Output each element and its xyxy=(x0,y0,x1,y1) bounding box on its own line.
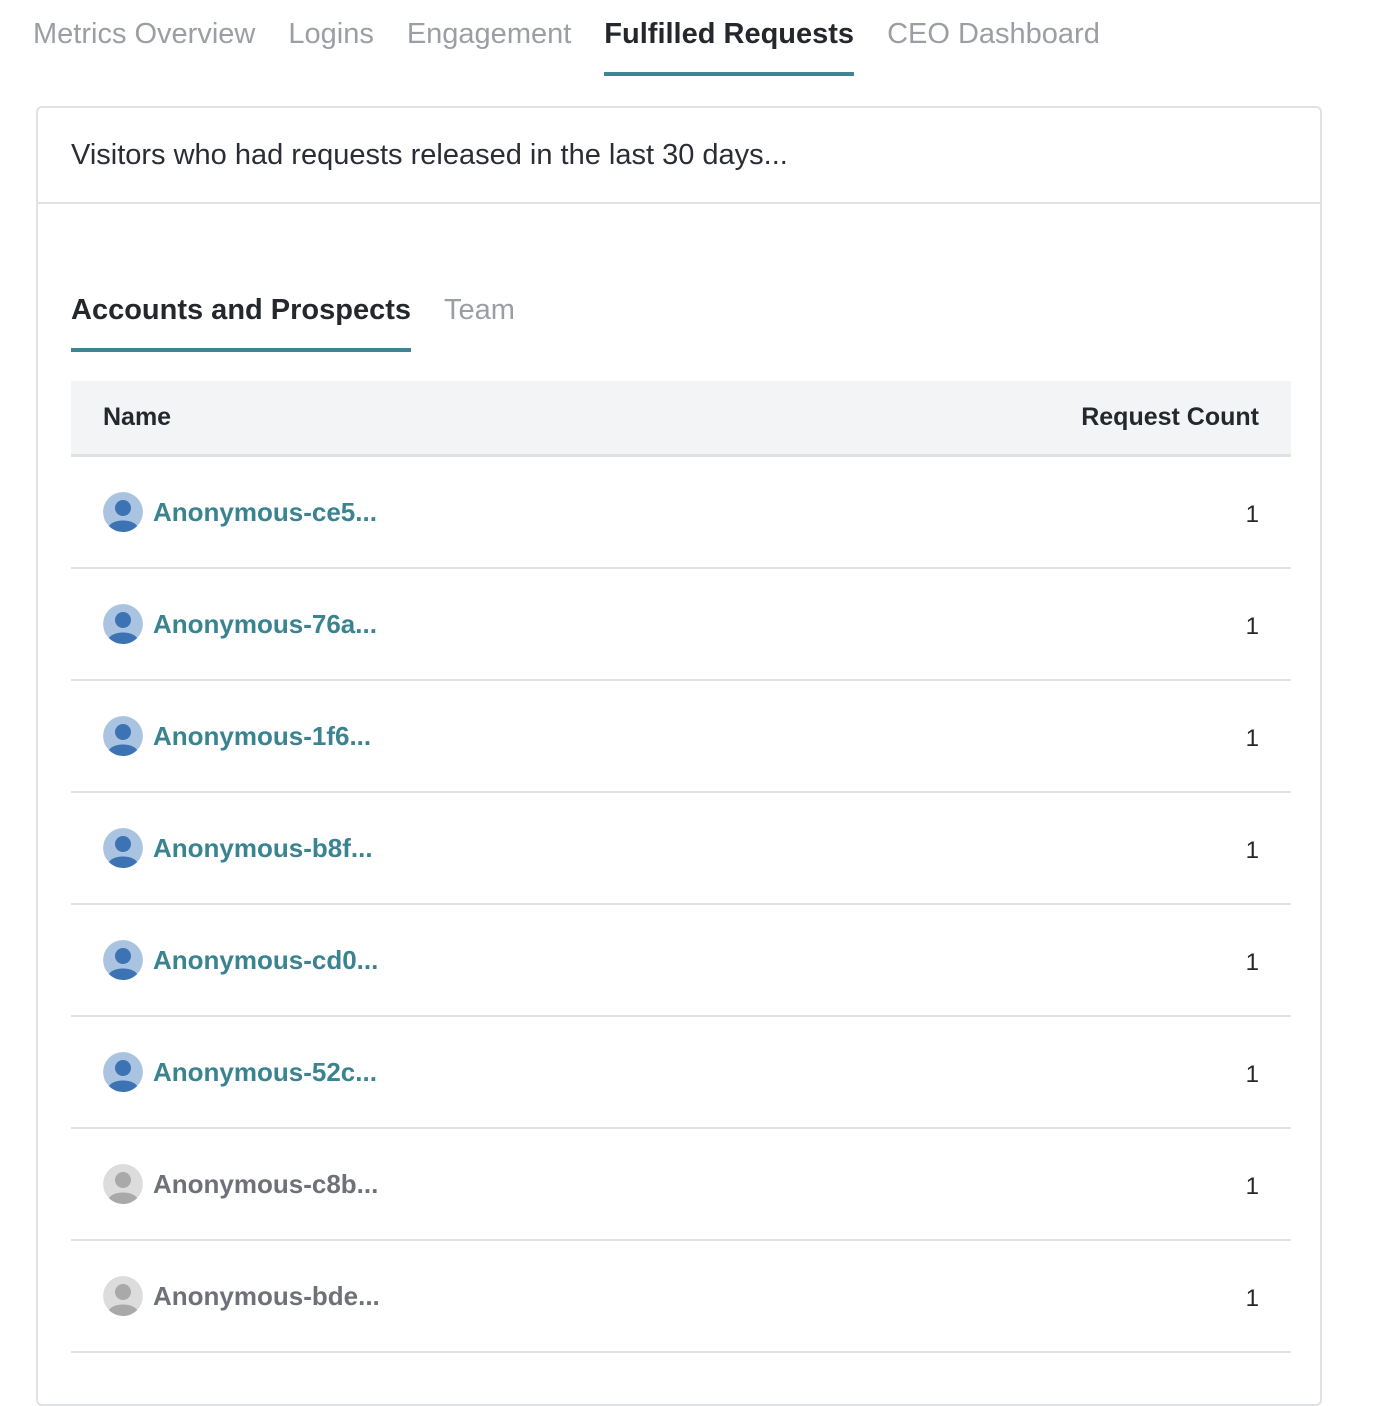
name-cell: Anonymous-c8b... xyxy=(103,1164,378,1204)
request-count: 1 xyxy=(1245,501,1259,528)
request-count: 1 xyxy=(1245,1061,1259,1088)
request-count: 1 xyxy=(1245,613,1259,640)
table-row: Anonymous-ce5... 1 xyxy=(71,457,1291,569)
card-header: Visitors who had requests released in th… xyxy=(38,108,1320,204)
name-cell: Anonymous-bde... xyxy=(103,1276,380,1316)
visitor-name-link[interactable]: Anonymous-52c... xyxy=(153,1057,377,1088)
user-avatar-icon xyxy=(103,1052,143,1092)
fulfilled-requests-card: Visitors who had requests released in th… xyxy=(36,106,1322,1406)
request-count: 1 xyxy=(1245,725,1259,752)
request-count: 1 xyxy=(1245,837,1259,864)
request-count: 1 xyxy=(1245,1173,1259,1200)
top-tab-bar: Metrics Overview Logins Engagement Fulfi… xyxy=(33,0,1133,76)
visitor-name-link[interactable]: Anonymous-76a... xyxy=(153,609,377,640)
table-row: Anonymous-cd0... 1 xyxy=(71,905,1291,1017)
user-avatar-icon xyxy=(103,492,143,532)
table-row: Anonymous-b8f... 1 xyxy=(71,793,1291,905)
table-row: Anonymous-76a... 1 xyxy=(71,569,1291,681)
table-row: Anonymous-bde... 1 xyxy=(71,1241,1291,1353)
visitor-name-link[interactable]: Anonymous-b8f... xyxy=(153,833,373,864)
tab-fulfilled-requests[interactable]: Fulfilled Requests xyxy=(604,0,855,76)
request-count: 1 xyxy=(1245,949,1259,976)
column-header-name[interactable]: Name xyxy=(103,403,171,432)
table-row: Anonymous-c8b... 1 xyxy=(71,1129,1291,1241)
name-cell: Anonymous-52c... xyxy=(103,1052,377,1092)
tab-metrics-overview[interactable]: Metrics Overview xyxy=(33,0,255,74)
user-avatar-icon xyxy=(103,828,143,868)
tab-logins[interactable]: Logins xyxy=(288,0,373,74)
name-cell: Anonymous-b8f... xyxy=(103,828,373,868)
visitor-name-link[interactable]: Anonymous-bde... xyxy=(153,1281,380,1312)
table-row: Anonymous-52c... 1 xyxy=(71,1017,1291,1129)
tab-engagement[interactable]: Engagement xyxy=(407,0,571,74)
user-avatar-icon xyxy=(103,1276,143,1316)
name-cell: Anonymous-76a... xyxy=(103,604,377,644)
card-title: Visitors who had requests released in th… xyxy=(71,138,788,171)
tab-accounts-and-prospects[interactable]: Accounts and Prospects xyxy=(71,284,412,352)
tab-team[interactable]: Team xyxy=(444,284,515,352)
table-header: Name Request Count xyxy=(71,381,1291,457)
visitor-name-link[interactable]: Anonymous-ce5... xyxy=(153,497,377,528)
name-cell: Anonymous-ce5... xyxy=(103,492,377,532)
visitor-name-link[interactable]: Anonymous-cd0... xyxy=(153,945,378,976)
user-avatar-icon xyxy=(103,940,143,980)
sub-tab-bar: Accounts and Prospects Team xyxy=(71,284,548,352)
user-avatar-icon xyxy=(103,1164,143,1204)
user-avatar-icon xyxy=(103,604,143,644)
name-cell: Anonymous-1f6... xyxy=(103,716,371,756)
table-body: Anonymous-ce5... 1 Anonymous-76a... 1 Anonym… xyxy=(71,457,1291,1353)
name-cell: Anonymous-cd0... xyxy=(103,940,378,980)
visitor-name-link[interactable]: Anonymous-1f6... xyxy=(153,721,371,752)
table-row: Anonymous-1f6... 1 xyxy=(71,681,1291,793)
column-header-request-count[interactable]: Request Count xyxy=(1081,403,1259,432)
requests-table: Name Request Count Anonymous-ce5... 1 Anon… xyxy=(71,381,1291,1353)
user-avatar-icon xyxy=(103,716,143,756)
tab-ceo-dashboard[interactable]: CEO Dashboard xyxy=(887,0,1100,74)
visitor-name-link[interactable]: Anonymous-c8b... xyxy=(153,1169,378,1200)
request-count: 1 xyxy=(1245,1285,1259,1312)
